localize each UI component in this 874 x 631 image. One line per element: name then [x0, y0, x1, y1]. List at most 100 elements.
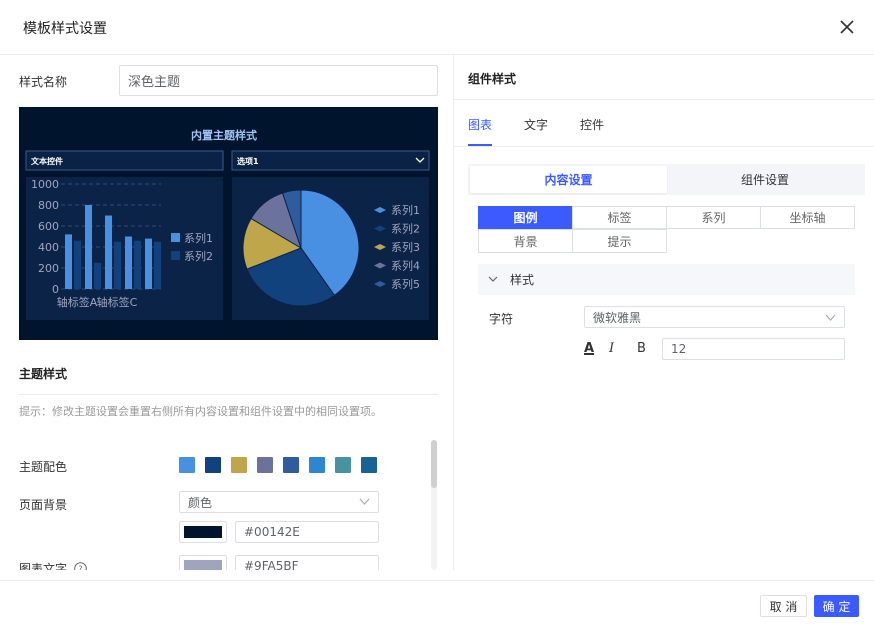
bar — [94, 262, 101, 289]
bar — [154, 241, 161, 289]
segment-series[interactable]: 系列 — [666, 206, 761, 229]
bold-button[interactable]: B — [637, 341, 646, 356]
style-name-value: 深色主题 — [128, 75, 181, 90]
dialog-title: 模板样式设置 — [23, 21, 107, 37]
svg-text:?: ? — [78, 565, 82, 571]
segment-legend[interactable]: 图例 — [478, 206, 573, 229]
font-family-value: 微软雅黑 — [593, 310, 642, 325]
tab-text[interactable]: 文字 — [524, 116, 548, 133]
footer-divider — [0, 580, 874, 581]
font-color-button[interactable]: A — [584, 341, 594, 356]
page-bg-color-picker[interactable] — [179, 521, 227, 543]
y-tick-label: 0 — [52, 283, 59, 296]
page-bg-color-swatch — [184, 526, 222, 538]
font-label: 字符 — [489, 312, 514, 326]
font-size-input[interactable]: 12 — [662, 338, 845, 360]
y-tick-label: 600 — [38, 220, 59, 233]
palette-swatch[interactable] — [283, 457, 299, 473]
cancel-button[interactable]: 取 消 — [760, 595, 807, 617]
y-tick-label: 1000 — [31, 178, 59, 191]
page-bg-color-value: #00142E — [244, 525, 300, 539]
tab-control[interactable]: 控件 — [580, 116, 604, 133]
preview-title: 内置主题样式 — [191, 128, 257, 142]
preview-select[interactable] — [231, 150, 430, 171]
page-bg-label: 页面背景 — [19, 498, 68, 512]
y-tick-label: 800 — [38, 199, 59, 212]
pane-divider — [453, 55, 454, 570]
x-tick-label: 轴标签A — [57, 295, 98, 309]
legend-label: 系列1 — [391, 203, 420, 217]
palette-swatch[interactable] — [231, 457, 247, 473]
chart-text-color-value: #9FA5BF — [244, 559, 299, 570]
chart-text-label: 图表文字 ? — [19, 560, 87, 570]
legend-label: 系列5 — [391, 277, 420, 291]
sub-tab-content-settings[interactable]: 内容设置 — [470, 166, 667, 193]
tabs-divider — [454, 146, 874, 147]
collapse-title: 样式 — [510, 273, 535, 287]
theme-divider — [19, 394, 438, 395]
close-icon[interactable] — [838, 18, 856, 36]
bar — [105, 215, 112, 289]
chevron-down-icon — [359, 498, 370, 505]
page-bg-color-input[interactable]: #00142E — [235, 521, 379, 543]
confirm-button[interactable]: 确 定 — [814, 595, 859, 617]
y-tick-label: 200 — [38, 262, 59, 275]
x-tick-label: 轴标签C — [97, 295, 138, 309]
chart-text-color-picker[interactable] — [179, 555, 227, 570]
theme-preview: 内置主题样式 文本控件 选项1 0 200 400 600 800 1000 轴标签A 轴标签… — [19, 107, 438, 340]
bar — [145, 238, 152, 289]
style-collapse-header[interactable]: 样式 — [478, 264, 855, 295]
scrollbar-track[interactable] — [431, 440, 437, 570]
bar — [65, 234, 72, 289]
y-tick-label: 400 — [38, 241, 59, 254]
font-family-select[interactable]: 微软雅黑 — [584, 306, 845, 328]
page-bg-type-value: 颜色 — [188, 495, 213, 510]
theme-hint: 提示：修改主题设置会重置右侧所有内容设置和组件设置中的相同设置项。 — [19, 405, 382, 418]
legend-label: 系列2 — [184, 249, 213, 263]
segment-tooltip[interactable]: 提示 — [572, 229, 667, 253]
theme-section-title: 主题样式 — [19, 367, 68, 381]
header-divider — [0, 54, 874, 55]
palette-swatches — [179, 457, 377, 473]
chart-text-color-swatch — [184, 560, 222, 570]
sub-tab-component-settings[interactable]: 组件设置 — [667, 166, 863, 193]
preview-canvas: 内置主题样式 文本控件 选项1 0 200 400 600 800 1000 轴标签A 轴标签… — [25, 128, 430, 320]
palette-label: 主题配色 — [19, 460, 68, 474]
help-icon[interactable]: ? — [74, 562, 87, 570]
legend-swatch — [171, 233, 180, 242]
style-name-label: 样式名称 — [19, 75, 68, 89]
style-name-input[interactable]: 深色主题 — [119, 65, 438, 96]
palette-swatch[interactable] — [257, 457, 273, 473]
right-divider-1 — [454, 99, 874, 100]
theme-settings-scroll: 主题配色 页面背景 颜色 #00142E 图表文字 ? #9FA5BF — [0, 430, 453, 570]
bar — [125, 236, 132, 289]
palette-swatch[interactable] — [179, 457, 195, 473]
page-bg-type-select[interactable]: 颜色 — [179, 491, 379, 513]
palette-swatch[interactable] — [205, 457, 221, 473]
scrollbar-thumb[interactable] — [431, 440, 437, 488]
legend-label: 系列1 — [184, 231, 213, 245]
pie-chart: 系列1 系列2 系列3 系列4 系列5 — [242, 189, 420, 307]
text-control-label: 文本控件 — [31, 156, 63, 166]
bar — [74, 240, 81, 289]
palette-swatch[interactable] — [335, 457, 351, 473]
segment-background[interactable]: 背景 — [478, 229, 573, 253]
component-style-title: 组件样式 — [468, 72, 517, 86]
template-style-dialog: 模板样式设置 样式名称 深色主题 内置主题样式 文本控件 选项1 0 200 400… — [0, 0, 874, 631]
legend-label: 系列3 — [391, 240, 420, 254]
palette-swatch[interactable] — [361, 457, 377, 473]
font-size-value: 12 — [671, 342, 687, 356]
segment-label[interactable]: 标签 — [572, 206, 667, 229]
preview-select-label: 选项1 — [237, 156, 259, 166]
italic-button[interactable]: I — [609, 341, 614, 356]
segment-axis[interactable]: 坐标轴 — [760, 206, 855, 229]
legend-label: 系列4 — [391, 259, 420, 273]
tab-chart[interactable]: 图表 — [468, 116, 492, 133]
chevron-down-icon — [825, 314, 836, 321]
palette-swatch[interactable] — [309, 457, 325, 473]
bar — [114, 241, 121, 289]
legend-label: 系列2 — [391, 222, 420, 236]
chart-text-label-text: 图表文字 — [19, 562, 68, 570]
bar — [134, 240, 141, 289]
chart-text-color-input[interactable]: #9FA5BF — [235, 555, 379, 570]
